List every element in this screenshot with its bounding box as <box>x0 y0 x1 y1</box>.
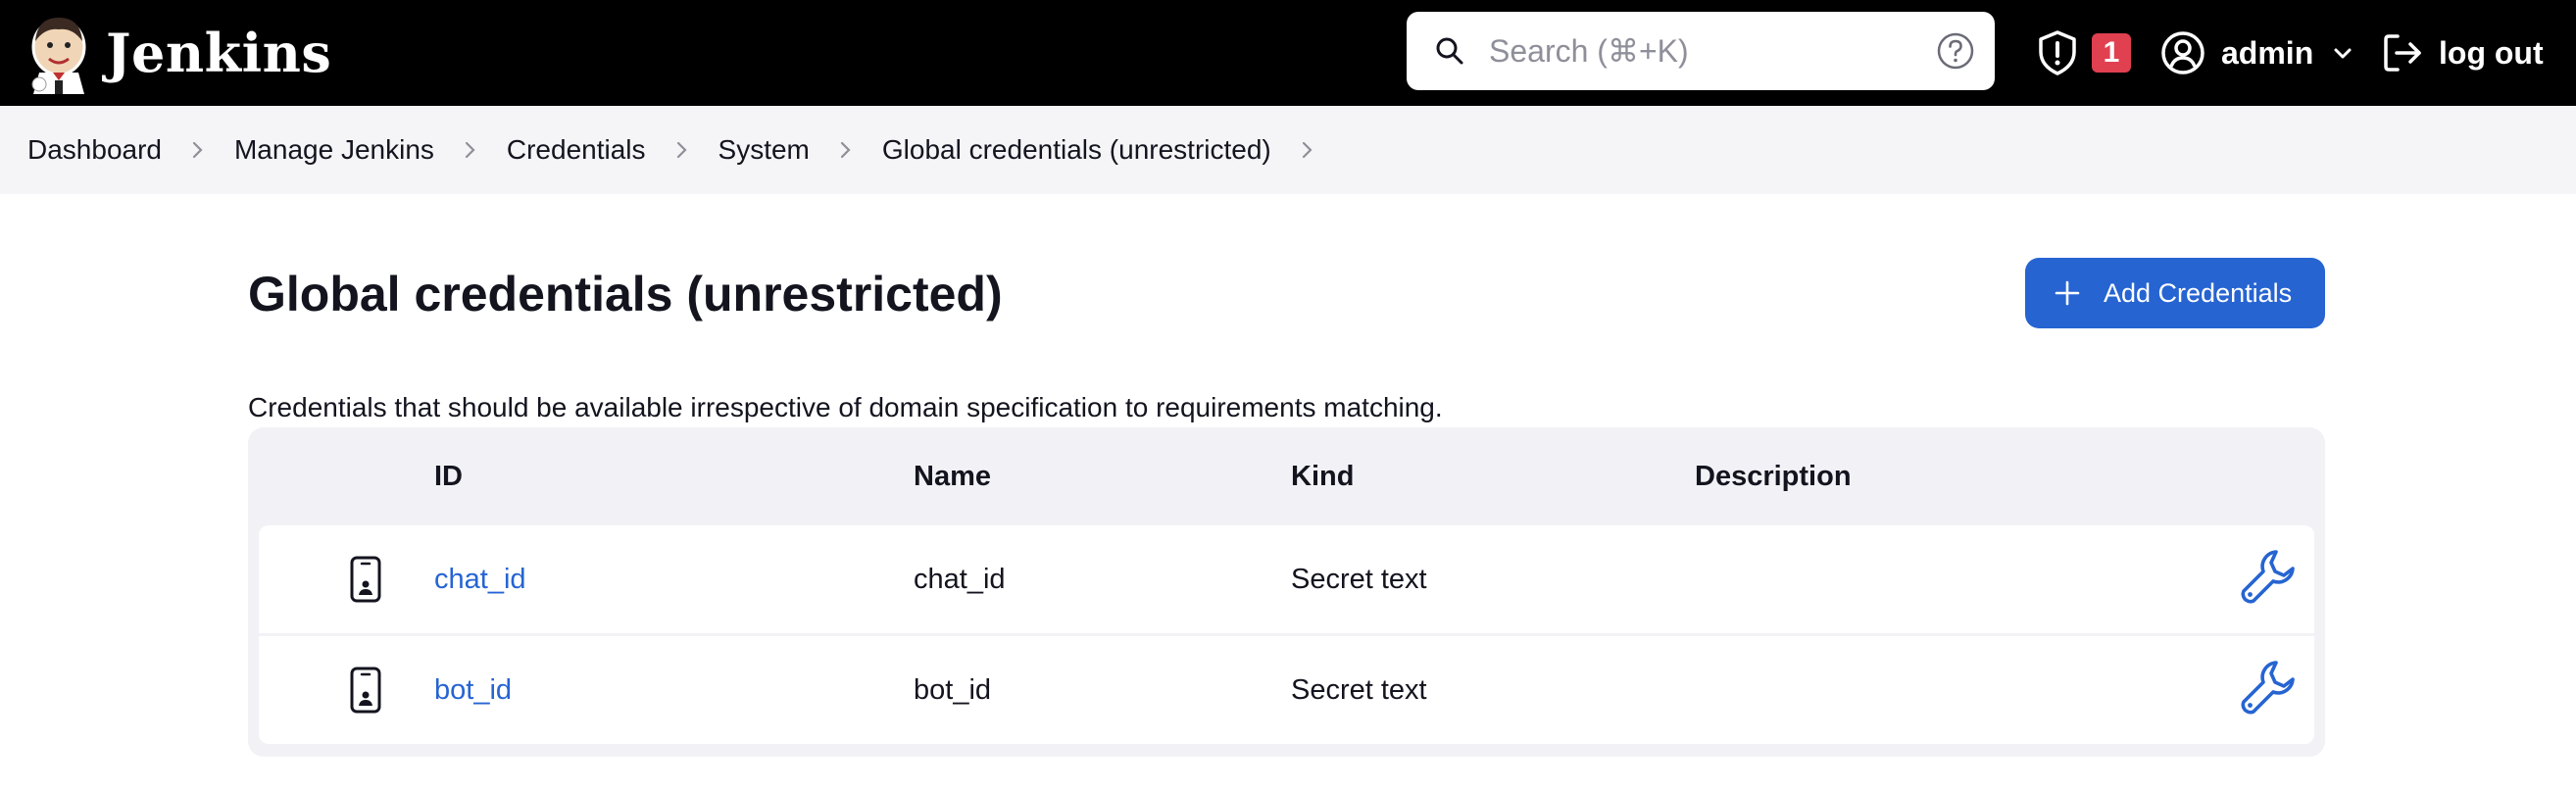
add-credentials-label: Add Credentials <box>2104 277 2293 308</box>
logout-icon <box>2384 34 2421 72</box>
chevron-right-icon[interactable] <box>187 139 209 161</box>
jenkins-logo-icon <box>31 18 86 94</box>
credential-phone-icon <box>350 667 381 714</box>
user-name: admin <box>2221 34 2314 71</box>
chevron-right-icon[interactable] <box>1297 139 1318 161</box>
credential-id-link[interactable]: bot_id <box>434 674 512 707</box>
credential-name-cell: bot_id <box>914 673 992 706</box>
jenkins-home-link[interactable]: Jenkins <box>25 12 331 94</box>
breadcrumb-item-credentials: Credentials <box>507 134 718 166</box>
security-alerts[interactable]: 1 <box>2033 24 2131 82</box>
chevron-right-icon[interactable] <box>671 139 693 161</box>
chevron-right-icon[interactable] <box>460 139 481 161</box>
credential-id-cell: chat_id <box>434 525 526 633</box>
chevron-right-icon[interactable] <box>835 139 857 161</box>
search-input[interactable] <box>1489 24 1901 78</box>
breadcrumb-item-dashboard: Dashboard <box>27 134 234 166</box>
breadcrumb: Dashboard Manage Jenkins Credentials Sys… <box>27 106 1344 194</box>
credential-phone-icon <box>350 556 381 603</box>
search-icon <box>1436 37 1463 65</box>
add-credentials-button[interactable]: Add Credentials <box>2025 258 2325 328</box>
column-header-id[interactable]: ID <box>434 461 463 493</box>
security-badge: 1 <box>2092 33 2131 73</box>
shield-icon <box>2039 30 2076 75</box>
configure-wrench-icon[interactable] <box>2237 545 2300 608</box>
chevron-down-icon <box>2334 48 2352 59</box>
credential-kind-cell: Secret text <box>1291 673 1427 706</box>
logout-button[interactable]: log out <box>2380 24 2544 82</box>
breadcrumb-link-manage-jenkins[interactable]: Manage Jenkins <box>234 134 434 166</box>
table-row: chat_id chat_id Secret text <box>259 525 2314 633</box>
top-header: Jenkins 1 admin <box>0 0 2576 106</box>
table-row: bot_id bot_id Secret text <box>259 636 2314 744</box>
credentials-table: ID Name Kind Description chat_id chat_id… <box>248 427 2325 757</box>
user-icon <box>2161 31 2204 74</box>
configure-wrench-icon[interactable] <box>2237 656 2300 718</box>
page-description: Credentials that should be available irr… <box>248 392 1443 422</box>
breadcrumb-bar: Dashboard Manage Jenkins Credentials Sys… <box>0 106 2576 194</box>
breadcrumb-link-dashboard[interactable]: Dashboard <box>27 134 162 166</box>
breadcrumb-item-global-credentials: Global credentials (unrestricted) <box>882 134 1344 166</box>
breadcrumb-item-system: System <box>718 134 882 166</box>
page-title: Global credentials (unrestricted) <box>248 267 1003 322</box>
search-box[interactable] <box>1407 12 1995 90</box>
breadcrumb-link-global-credentials[interactable]: Global credentials (unrestricted) <box>882 134 1271 166</box>
plus-icon <box>2055 280 2080 306</box>
credential-kind-cell: Secret text <box>1291 563 1427 595</box>
breadcrumb-link-credentials[interactable]: Credentials <box>507 134 646 166</box>
brand-name: Jenkins <box>106 22 332 84</box>
logout-label: log out <box>2439 34 2544 71</box>
credential-id-cell: bot_id <box>434 636 512 744</box>
column-header-name[interactable]: Name <box>914 461 991 493</box>
column-header-kind[interactable]: Kind <box>1291 461 1354 493</box>
help-icon[interactable] <box>1936 31 1975 71</box>
credential-name-cell: chat_id <box>914 563 1006 595</box>
credential-id-link[interactable]: chat_id <box>434 564 526 596</box>
breadcrumb-link-system[interactable]: System <box>718 134 810 166</box>
breadcrumb-item-manage-jenkins: Manage Jenkins <box>234 134 507 166</box>
user-menu[interactable]: admin <box>2160 24 2354 82</box>
column-header-description[interactable]: Description <box>1695 461 1852 493</box>
